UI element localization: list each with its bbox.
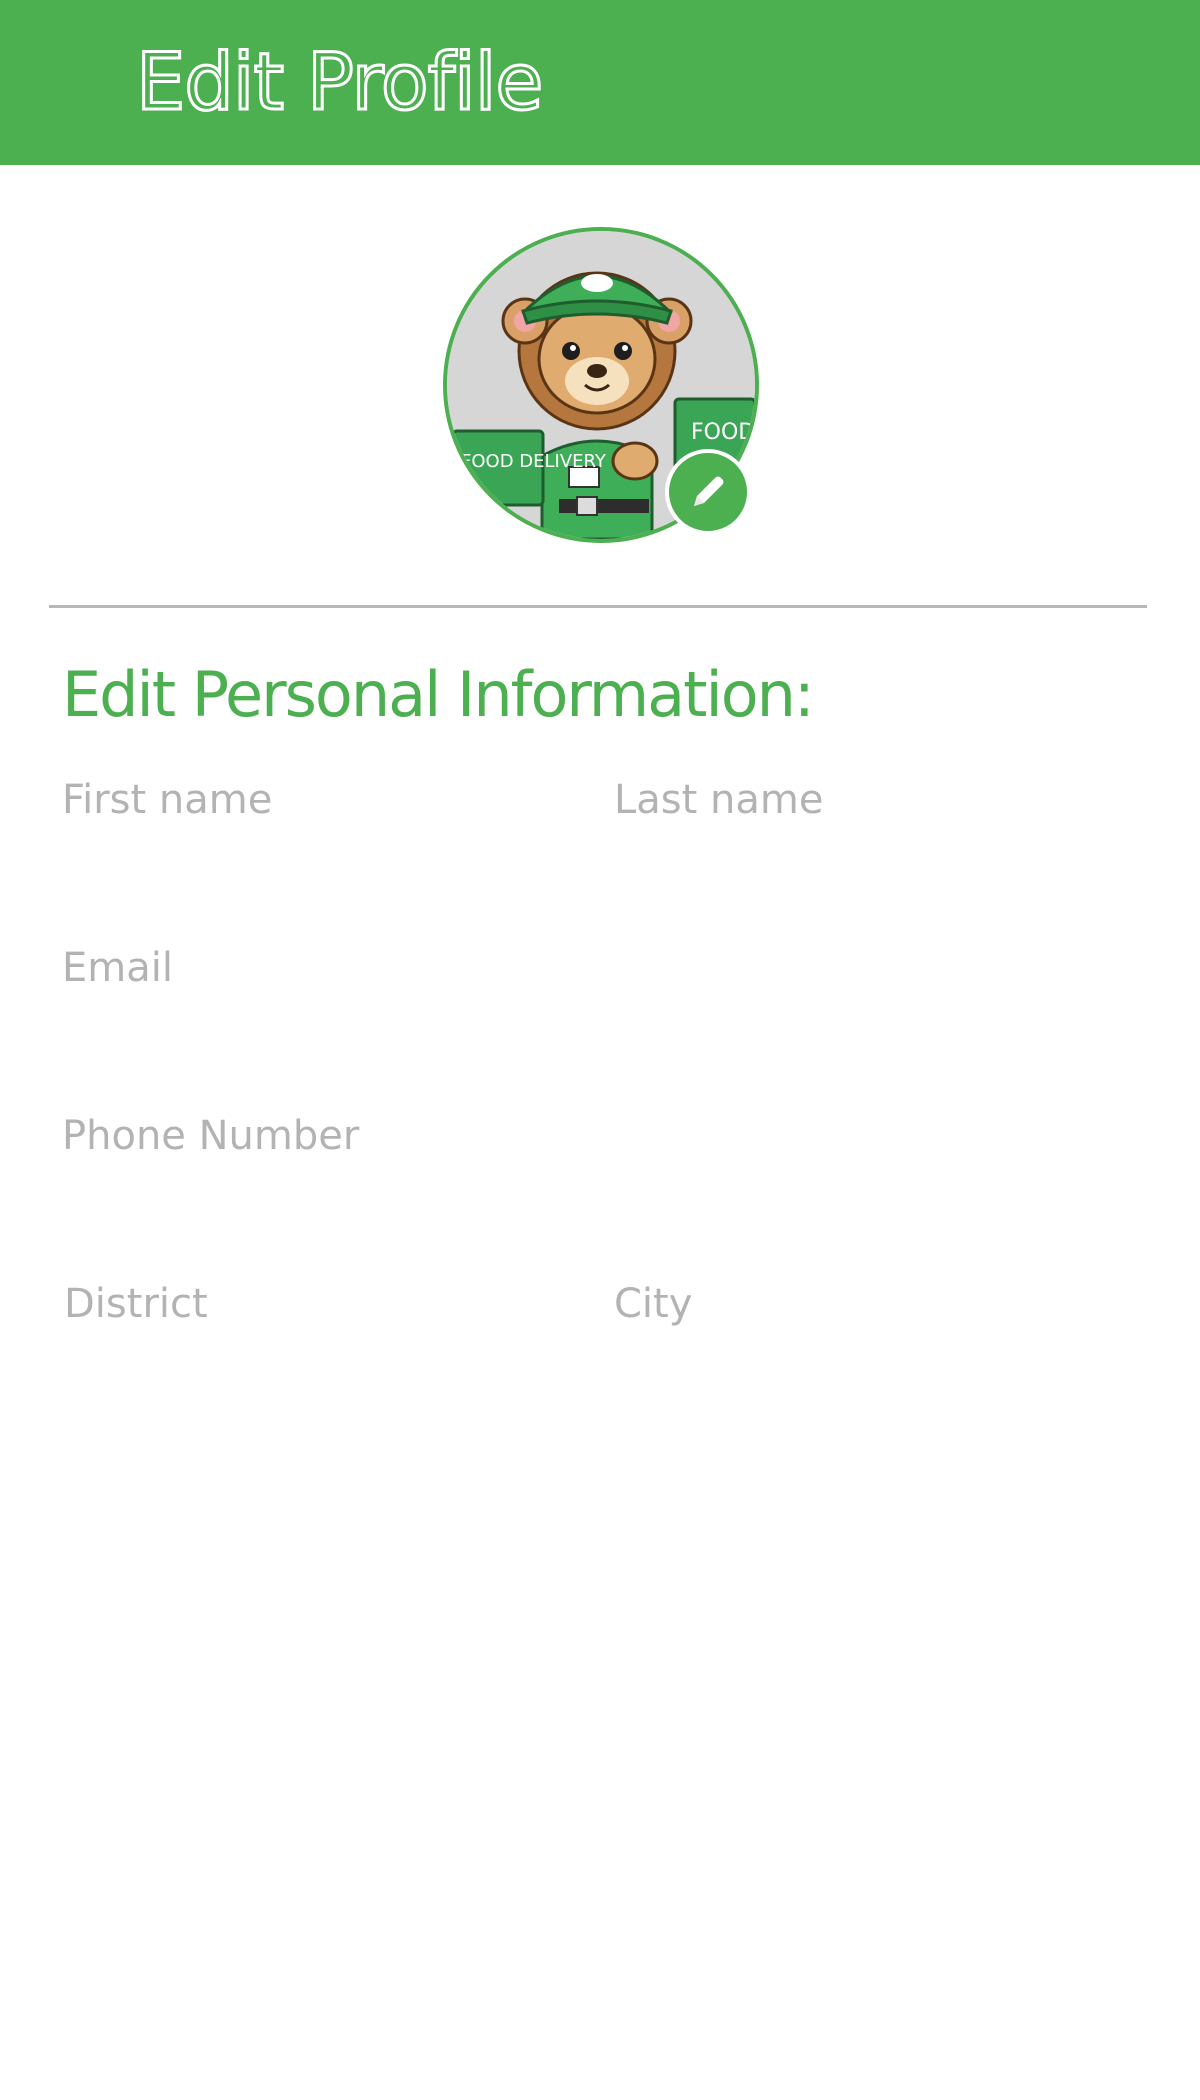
- avatar-box-left-text: FOOD DELIVERY: [461, 451, 607, 472]
- district-input[interactable]: [64, 1274, 564, 1384]
- page-title: Edit Profile: [134, 37, 544, 130]
- last-name-field-wrapper: [614, 770, 1154, 880]
- section-heading: Edit Personal Information:: [62, 658, 815, 731]
- phone-number-input[interactable]: [62, 1106, 1152, 1216]
- edit-avatar-button[interactable]: [665, 449, 751, 535]
- app-bar: Edit Profile: [0, 0, 1200, 165]
- first-name-input[interactable]: [62, 770, 562, 880]
- last-name-input[interactable]: [614, 770, 1154, 880]
- divider: [49, 605, 1147, 608]
- city-field-wrapper: [614, 1274, 1154, 1384]
- phone-field-wrapper: [62, 1106, 1152, 1216]
- profile-avatar-section: FOOD DELIVERY FOOD DELIVERY: [443, 227, 759, 543]
- district-field-wrapper: [64, 1274, 564, 1384]
- email-input[interactable]: [62, 938, 1152, 1048]
- pencil-icon: [694, 476, 724, 506]
- avatar-box-right-text: FOOD DELIVERY: [691, 420, 755, 445]
- city-input[interactable]: [614, 1274, 1154, 1384]
- email-field-wrapper: [62, 938, 1152, 1048]
- first-name-field-wrapper: [62, 770, 562, 880]
